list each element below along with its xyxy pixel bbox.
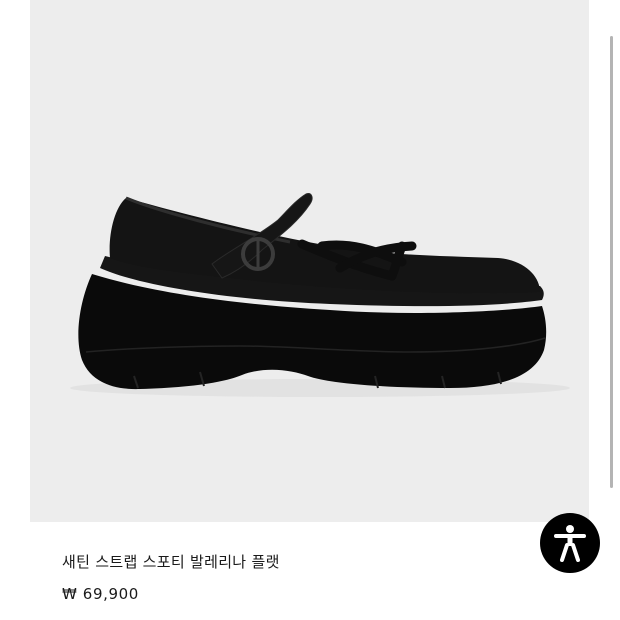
scrollbar-thumb[interactable] [610,36,613,488]
product-price: ₩ 69,900 [62,585,139,603]
scrollbar[interactable] [610,0,615,620]
accessibility-button[interactable] [540,513,600,573]
shoe-illustration [70,193,570,397]
accessibility-person-icon [554,525,586,562]
product-name[interactable]: 새틴 스트랩 스포티 발레리나 플랫 [62,551,280,572]
product-image[interactable] [30,0,589,522]
